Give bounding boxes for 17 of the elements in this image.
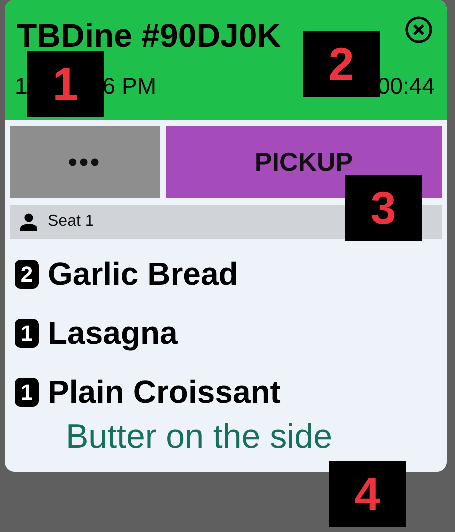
callout-badge: 3 — [345, 175, 422, 241]
item-name: Lasagna — [48, 315, 178, 352]
callout-badge: 4 — [329, 461, 406, 527]
item-name: Garlic Bread — [48, 256, 238, 293]
close-icon[interactable] — [405, 16, 433, 44]
person-icon — [20, 213, 38, 231]
order-time: 6 PM — [102, 73, 156, 100]
item-modifier: Butter on the side — [65, 418, 334, 457]
callout-badge: 2 — [303, 31, 380, 97]
quantity-badge: 1 — [15, 378, 39, 407]
item-name: Plain Croissant — [48, 374, 281, 411]
callout-badge: 1 — [27, 51, 104, 117]
quantity-badge: 1 — [15, 319, 39, 348]
order-time: 1 — [15, 73, 28, 100]
seat-label: Seat 1 — [48, 213, 94, 231]
more-button[interactable]: ••• — [10, 126, 160, 198]
quantity-badge: 2 — [15, 260, 39, 289]
